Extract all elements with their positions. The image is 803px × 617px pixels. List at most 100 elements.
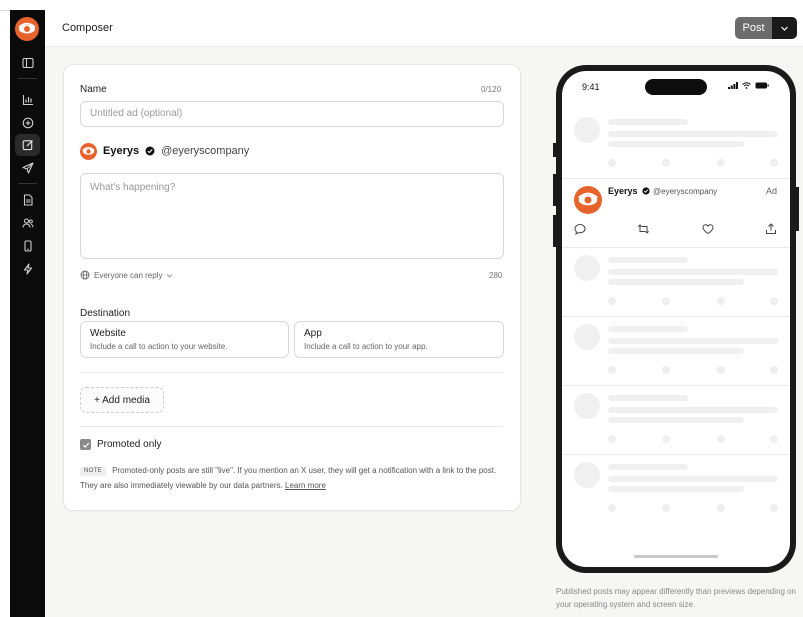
home-indicator	[634, 555, 718, 558]
destination-subtitle: Include a call to action to your app.	[304, 342, 428, 351]
retweet-icon	[637, 224, 650, 234]
name-input[interactable]: Untitled ad (optional)	[80, 101, 504, 127]
placeholder-action	[717, 366, 725, 374]
promoted-only-checkbox[interactable]	[80, 439, 91, 450]
reply-setting-dropdown[interactable]: Everyone can reply	[80, 270, 173, 280]
battery-icon	[755, 82, 769, 89]
placeholder-post	[562, 247, 790, 317]
audience-icon[interactable]	[18, 213, 37, 232]
placeholder-avatar	[574, 255, 600, 281]
placeholder-action	[770, 159, 778, 167]
placeholder-line	[608, 338, 778, 344]
lightning-icon[interactable]	[18, 259, 37, 278]
placeholder-post	[562, 316, 790, 386]
placeholder-line	[608, 407, 778, 413]
placeholder-action	[770, 435, 778, 443]
placeholder-line	[608, 279, 744, 285]
placeholder-avatar	[574, 324, 600, 350]
phone-side-button	[796, 187, 799, 231]
composer-card: Name 0/120 Untitled ad (optional) Eyerys…	[63, 64, 521, 511]
tweet-avatar	[574, 186, 602, 214]
placeholder-action	[717, 435, 725, 443]
verified-badge-icon	[642, 187, 650, 195]
placeholder-action	[608, 504, 616, 512]
chevron-down-icon	[781, 26, 788, 31]
signal-icon	[728, 82, 738, 89]
compose-icon[interactable]	[15, 134, 40, 156]
ad-tweet-preview: Eyerys @eyeryscompany Ad	[562, 178, 790, 248]
left-nav-rail	[10, 10, 45, 617]
checkmark-icon	[82, 442, 89, 448]
reply-setting-label: Everyone can reply	[94, 270, 163, 280]
page-title: Composer	[62, 22, 113, 34]
send-icon[interactable]	[18, 158, 37, 177]
tweet-textarea[interactable]: What's happening?	[80, 173, 504, 259]
promoted-only-option[interactable]: Promoted only	[80, 439, 161, 450]
tweet-name: Eyerys	[608, 186, 638, 196]
ad-label: Ad	[766, 186, 778, 196]
placeholder-action	[770, 297, 778, 305]
placeholder-post	[562, 454, 790, 523]
add-circle-icon[interactable]	[18, 113, 37, 132]
placeholder-line	[608, 417, 744, 423]
placeholder-action	[608, 297, 616, 305]
divider	[80, 426, 503, 427]
placeholder-action	[662, 366, 670, 374]
destination-website[interactable]: Website Include a call to action to your…	[80, 321, 289, 358]
header-bar: Composer Post	[45, 10, 803, 47]
divider	[80, 372, 503, 373]
status-time: 9:41	[582, 82, 600, 92]
placeholder-post	[562, 385, 790, 455]
placeholder-action	[662, 504, 670, 512]
destination-subtitle: Include a call to action to your website…	[90, 342, 228, 351]
globe-icon	[80, 270, 90, 280]
placeholder-action	[608, 366, 616, 374]
name-placeholder: Untitled ad (optional)	[90, 108, 183, 119]
phone-status-bar: 9:41	[562, 71, 790, 107]
phone-screen: 9:41 Eyerys @eyeryscompany Ad	[562, 71, 790, 567]
destination-label: Destination	[80, 308, 131, 319]
placeholder-line	[608, 476, 778, 482]
verified-badge-icon	[145, 146, 155, 156]
post-options-dropdown[interactable]	[772, 17, 797, 39]
eyerys-logo[interactable]	[15, 17, 39, 41]
status-icons	[728, 82, 769, 89]
post-button[interactable]: Post	[735, 17, 772, 39]
placeholder-line	[608, 348, 744, 354]
placeholder-line	[608, 269, 778, 275]
placeholder-line	[608, 326, 688, 332]
placeholder-action	[717, 504, 725, 512]
placeholder-action	[770, 504, 778, 512]
preview-disclaimer: Published posts may appear differently t…	[556, 587, 797, 609]
destination-title: Website	[90, 328, 126, 339]
account-avatar	[80, 142, 97, 160]
placeholder-avatar	[574, 117, 600, 143]
add-media-button[interactable]: + Add media	[80, 387, 164, 413]
placeholder-line	[608, 464, 688, 470]
placeholder-action	[608, 435, 616, 443]
analytics-icon[interactable]	[18, 90, 37, 109]
placeholder-line	[608, 131, 778, 137]
sidebar-toggle-icon[interactable]	[18, 53, 37, 72]
placeholder-action	[662, 435, 670, 443]
account-selector[interactable]: Eyerys @eyeryscompany	[80, 142, 249, 160]
placeholder-line	[608, 395, 688, 401]
placeholder-action	[770, 366, 778, 374]
account-name: Eyerys	[103, 145, 140, 157]
document-icon[interactable]	[18, 190, 37, 209]
tweet-placeholder: What's happening?	[90, 182, 176, 193]
learn-more-link[interactable]: Learn more	[285, 481, 326, 490]
destination-app[interactable]: App Include a call to action to your app…	[294, 321, 504, 358]
placeholder-avatar	[574, 393, 600, 419]
placeholder-action	[717, 159, 725, 167]
promoted-only-label: Promoted only	[97, 439, 162, 450]
account-handle: @eyeryscompany	[161, 145, 250, 157]
share-icon	[766, 223, 776, 234]
name-counter: 0/120	[481, 85, 502, 94]
placeholder-line	[608, 141, 744, 147]
main-content: Name 0/120 Untitled ad (optional) Eyerys…	[45, 47, 803, 617]
char-counter: 280	[489, 271, 503, 280]
mobile-icon[interactable]	[18, 236, 37, 255]
rail-divider	[18, 183, 37, 184]
placeholder-line	[608, 486, 744, 492]
